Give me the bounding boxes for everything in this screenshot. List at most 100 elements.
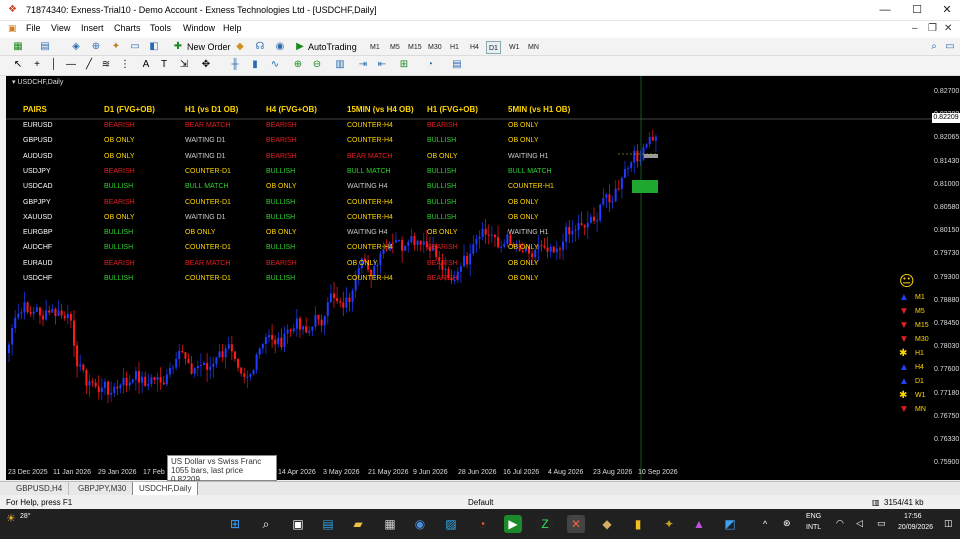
app-chart-icon[interactable]: ◔ (473, 515, 491, 533)
terminal-app-icon[interactable]: Z (536, 515, 554, 533)
horizontal-line-icon[interactable]: — (65, 59, 77, 71)
chart-shift-icon[interactable]: ⇥ (357, 59, 369, 71)
keyboard-layout[interactable]: INTL (806, 524, 821, 531)
chart-symbol-label: ▾ USDCHF,Daily (12, 79, 64, 86)
notification-icon[interactable]: ◫ (944, 518, 953, 529)
templates-icon[interactable]: ▤ (451, 59, 463, 71)
zoom-out-icon[interactable]: ⊖ (311, 59, 323, 71)
market-watch-icon[interactable]: ◈ (70, 41, 82, 53)
timeframe-m5[interactable]: M5 (388, 41, 402, 54)
menu-tools[interactable]: Tools (150, 23, 171, 33)
menu-window[interactable]: Window (183, 23, 215, 33)
chart-area[interactable]: ▾ USDCHF,Daily PAIRS D1 (FVG+OB) H1 (vs … (6, 76, 960, 480)
photos-icon[interactable]: ▨ (442, 515, 460, 533)
candle-body (131, 379, 134, 383)
app-blue-icon[interactable]: ◩ (721, 515, 739, 533)
tray-app-icon[interactable]: ⊛ (783, 518, 791, 529)
child-minimize-button[interactable]: – (912, 23, 918, 34)
menu-insert[interactable]: Insert (81, 23, 104, 33)
app-purple-icon[interactable]: ▲ (690, 515, 708, 533)
new-order-button[interactable]: New Order (187, 42, 231, 52)
vertical-line-icon[interactable]: │ (48, 59, 60, 71)
wifi-icon[interactable]: ◠ (836, 518, 844, 529)
tester-icon[interactable]: ◧ (148, 41, 160, 53)
new-chart-icon[interactable]: ▦ (12, 41, 24, 53)
child-close-button[interactable]: ✕ (944, 23, 952, 34)
shapes-icon[interactable]: ✥ (200, 59, 212, 71)
file-explorer-icon[interactable]: ▰ (349, 515, 367, 533)
crosshair-icon[interactable]: + (31, 59, 43, 71)
timeframe-m30[interactable]: M30 (426, 41, 444, 54)
timeframe-mn[interactable]: MN (526, 41, 541, 54)
app-yellow-icon[interactable]: ▮ (629, 515, 647, 533)
channel-icon[interactable]: ≋ (100, 59, 112, 71)
candle-body (11, 328, 14, 345)
tab-gbpjpy-m30[interactable]: GBPJPY,M30 (72, 482, 134, 496)
candlestick-icon[interactable]: ▮ (249, 59, 261, 71)
candle-body (531, 253, 534, 258)
task-view-icon[interactable]: ▣ (289, 515, 307, 533)
data-window-icon[interactable]: ⊕ (90, 41, 102, 53)
fibonacci-icon[interactable]: ⋮ (119, 59, 131, 71)
date-tick-label: 11 Jan 2026 (53, 469, 92, 476)
app-bee-icon[interactable]: ✦ (660, 515, 678, 533)
minimize-button[interactable]: — (870, 2, 900, 18)
profiles-icon[interactable]: ▤ (39, 41, 51, 53)
zoom-in-icon[interactable]: ⊕ (292, 59, 304, 71)
weather-icon[interactable]: ☀ (6, 512, 16, 525)
menu-charts[interactable]: Charts (114, 23, 141, 33)
timeframe-h4[interactable]: H4 (468, 41, 481, 54)
chrome-icon[interactable]: ◉ (411, 515, 429, 533)
timeframe-m1[interactable]: M1 (368, 41, 382, 54)
autotrading-icon[interactable]: ▶ (294, 41, 306, 53)
navigator-icon[interactable]: ✦ (110, 41, 122, 53)
trendline-icon[interactable]: ╱ (83, 59, 95, 71)
chart-window-icon: ▣ (8, 23, 17, 33)
candle-body (268, 335, 270, 338)
terminal-icon[interactable]: ▭ (129, 41, 141, 53)
speech-icon[interactable]: ▭ (944, 41, 956, 53)
volume-icon[interactable]: ◁ (856, 518, 863, 529)
timeframe-h1[interactable]: H1 (448, 41, 461, 54)
timeframe-d1[interactable]: D1 (486, 41, 501, 54)
line-chart-icon[interactable]: ∿ (269, 59, 281, 71)
autoscroll-icon[interactable]: ⇤ (376, 59, 388, 71)
calculator-icon[interactable]: ▦ (381, 515, 399, 533)
tile-windows-icon[interactable]: ▥ (334, 59, 346, 71)
menu-help[interactable]: Help (223, 23, 242, 33)
timeframe-m15[interactable]: M15 (406, 41, 424, 54)
candle-body (110, 392, 113, 395)
mt-green-icon[interactable]: ▶ (504, 515, 522, 533)
market-icon[interactable]: ◉ (274, 41, 286, 53)
signals-icon[interactable]: ☊ (254, 41, 266, 53)
menu-file[interactable]: File (26, 23, 41, 33)
autotrading-button[interactable]: AutoTrading (308, 42, 357, 52)
app-hat-icon[interactable]: ◆ (598, 515, 616, 533)
maximize-button[interactable]: ☐ (902, 2, 932, 18)
child-restore-button[interactable]: ❐ (928, 23, 937, 34)
start-icon[interactable]: ⊞ (226, 515, 244, 533)
arrows-icon[interactable]: ⇲ (178, 59, 190, 71)
metatrader-icon[interactable]: ✕ (567, 515, 585, 533)
close-button[interactable]: ✕ (932, 2, 960, 18)
widgets-icon[interactable]: ▤ (319, 515, 337, 533)
text-icon[interactable]: A (140, 59, 152, 71)
search-taskbar-icon[interactable]: ⌕ (257, 515, 275, 533)
battery-icon[interactable]: ▭ (877, 518, 886, 529)
language-label[interactable]: ENG (806, 513, 821, 520)
new-order-icon[interactable]: ✚ (172, 41, 184, 53)
menu-view[interactable]: View (51, 23, 70, 33)
search-icon[interactable]: ⌕ (928, 41, 940, 53)
cursor-icon[interactable]: ↖ (12, 59, 24, 71)
tab-gbpusd-h4[interactable]: GBPUSD,H4 (10, 482, 70, 496)
text-label-icon[interactable]: T (158, 59, 170, 71)
bar-chart-icon[interactable]: ╫ (229, 59, 241, 71)
periods-icon[interactable]: ◔ (424, 59, 436, 71)
dashboard-pair: EURUSD (23, 122, 53, 129)
metaeditor-icon[interactable]: ◆ (234, 41, 246, 53)
indicators-icon[interactable]: ⊞ (398, 59, 410, 71)
connection-icon: ▥ (872, 498, 880, 507)
timeframe-w1[interactable]: W1 (507, 41, 522, 54)
tab-usdchf-daily[interactable]: USDCHF,Daily (132, 482, 199, 496)
tray-chevron-icon[interactable]: ^ (763, 519, 767, 529)
